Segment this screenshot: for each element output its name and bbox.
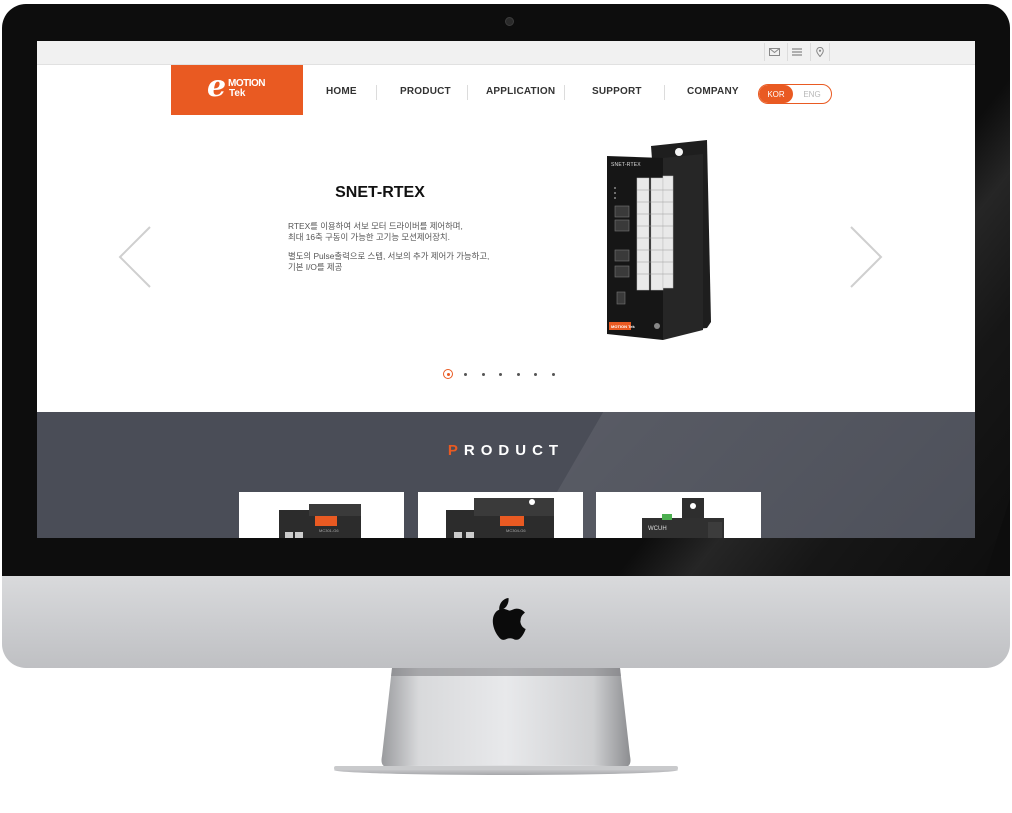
slide-desc-line: 최대 16축 구동이 가능한 고기능 모션제어장치. [288,232,450,242]
device-logo-text: MOTION Tek [611,324,635,329]
title-accent-letter: P [447,442,464,459]
product-card[interactable]: MC304-G6 [418,492,583,538]
nav-divider [376,85,377,100]
mail-icon[interactable] [764,43,783,61]
nav-home[interactable]: HOME [326,86,357,97]
device-label: SNET-RTEX [611,162,641,168]
slider-prev-arrow-icon[interactable] [117,225,153,289]
title-rest: RODUCT [463,442,565,459]
product-image [642,498,724,538]
product-section: PRODUCT MC301-G6 MC304-G6 WCUH [37,412,975,538]
slide-desc-line: RTEX를 이용하여 서보 모터 드라이버를 제어하며, [288,221,463,231]
language-toggle: KOR ENG [758,84,832,104]
slider-dot[interactable] [552,373,555,376]
nav-divider [564,85,565,100]
emotiontek-logo[interactable]: e MOTION Tek [171,65,303,115]
slider-dot-active[interactable] [443,369,453,379]
product-label: WCUH [648,526,667,532]
camera-icon [505,17,514,26]
slider-dot[interactable] [499,373,502,376]
slider-dot[interactable] [534,373,537,376]
nav-application[interactable]: APPLICATION [486,86,555,97]
list-icon[interactable] [787,43,806,61]
nav-support[interactable]: SUPPORT [592,86,642,97]
logo-e: e [207,69,227,104]
slider-dot[interactable] [464,373,467,376]
imac-stand [334,668,678,775]
product-label: MC304-G6 [506,528,526,533]
site-header: e MOTION Tek HOME PRODUCT APPLICATION SU… [37,65,975,115]
website-screen: e MOTION Tek HOME PRODUCT APPLICATION SU… [37,41,975,538]
product-image [446,498,554,538]
snet-rtex-device-image [607,140,711,340]
nav-company[interactable]: COMPANY [687,86,739,97]
slide-desc-line: 별도의 Pulse출력으로 스텝, 서보의 추가 제어가 가능하고, [288,251,490,261]
location-icon[interactable] [810,43,830,61]
logo-word-tek: Tek [229,88,246,99]
slider-dot[interactable] [482,373,485,376]
slider-next-arrow-icon[interactable] [848,225,884,289]
product-card[interactable]: MC301-G6 [239,492,404,538]
nav-divider [467,85,468,100]
slider-dot[interactable] [517,373,520,376]
utility-bar [37,41,975,65]
slide-description: RTEX를 이용하여 서보 모터 드라이버를 제어하며, 최대 16축 구동이 가… [288,221,528,281]
nav-divider [664,85,665,100]
product-section-title: PRODUCT [37,442,975,459]
lang-kor-button[interactable]: KOR [759,85,793,103]
product-card[interactable]: WCUH [596,492,761,538]
slide-title: SNET-RTEX [335,184,425,201]
product-label: MC301-G6 [319,528,339,533]
slide-desc-line: 기본 I/O를 제공 [288,262,343,272]
apple-logo-icon [492,598,526,640]
lang-eng-button[interactable]: ENG [793,85,831,103]
nav-product[interactable]: PRODUCT [400,86,451,97]
